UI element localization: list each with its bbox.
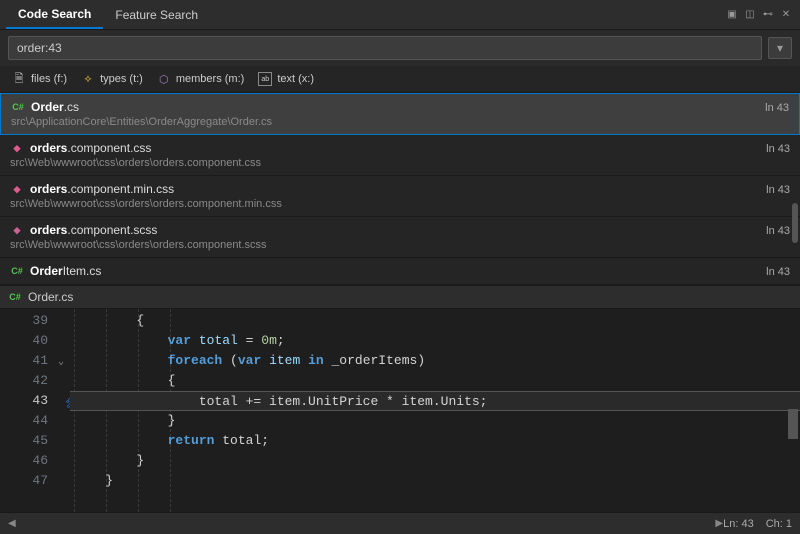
css-file-icon: ◆ bbox=[10, 182, 24, 196]
line-number: 47 bbox=[0, 471, 70, 491]
filter-text[interactable]: ab text (x:) bbox=[258, 72, 314, 86]
code-lines: { var total = 0m; foreach (var item in _… bbox=[70, 309, 800, 512]
result-item[interactable]: C# OrderItem.cs ln 43 bbox=[0, 258, 800, 285]
result-filename: Order.cs bbox=[31, 100, 79, 114]
window-dock-right-icon[interactable]: ◫ bbox=[742, 7, 758, 23]
preview-header: C# Order.cs bbox=[0, 285, 800, 309]
result-line-number: ln 43 bbox=[766, 223, 790, 237]
code-line: foreach (var item in _orderItems) bbox=[70, 351, 800, 371]
window-controls: ▣ ◫ ⊷ ✕ bbox=[724, 7, 794, 23]
cs-file-icon: C# bbox=[11, 100, 25, 114]
result-filename: OrderItem.cs bbox=[30, 264, 101, 278]
line-number: 42 bbox=[0, 371, 70, 391]
result-path: src\Web\wwwroot\css\orders\orders.compon… bbox=[10, 198, 282, 210]
filter-types-label: types (t:) bbox=[100, 73, 143, 85]
result-path: src\ApplicationCore\Entities\OrderAggreg… bbox=[11, 116, 272, 128]
types-icon: ⟡ bbox=[81, 72, 95, 86]
status-col: Ch: 1 bbox=[766, 518, 792, 530]
file-icon: 🗎 bbox=[12, 72, 26, 86]
result-item[interactable]: C# Order.cs src\ApplicationCore\Entities\O… bbox=[0, 93, 800, 135]
result-path: src\Web\wwwroot\css\orders\orders.compon… bbox=[10, 239, 267, 251]
filter-types[interactable]: ⟡ types (t:) bbox=[81, 72, 143, 86]
members-icon: ⬡ bbox=[157, 72, 171, 86]
scss-file-icon: ◆ bbox=[10, 223, 24, 237]
result-item[interactable]: ◆ orders.component.min.css src\Web\wwwroot… bbox=[0, 176, 800, 217]
preview-filename: Order.cs bbox=[28, 290, 73, 304]
code-line: } bbox=[70, 451, 800, 471]
code-preview[interactable]: 394041⌄4243🛠44454647 { var total = 0m; f… bbox=[0, 309, 800, 512]
status-bar: ◀ ▶ Ln: 43 Ch: 1 bbox=[0, 512, 800, 534]
code-scrollbar-thumb[interactable] bbox=[788, 409, 798, 439]
filter-text-label: text (x:) bbox=[277, 73, 314, 85]
code-line: return total; bbox=[70, 431, 800, 451]
line-number: 43🛠 bbox=[0, 391, 70, 411]
scroll-right-icon[interactable]: ▶ bbox=[715, 518, 723, 529]
result-filename: orders.component.scss bbox=[30, 223, 157, 237]
line-number: 41⌄ bbox=[0, 351, 70, 371]
line-number: 45 bbox=[0, 431, 70, 451]
result-path: src\Web\wwwroot\css\orders\orders.compon… bbox=[10, 157, 261, 169]
code-line: total += item.UnitPrice * item.Units; bbox=[70, 391, 800, 411]
line-number: 40 bbox=[0, 331, 70, 351]
window-dock-left-icon[interactable]: ▣ bbox=[724, 7, 740, 23]
status-line: Ln: 43 bbox=[723, 518, 754, 530]
filter-members-label: members (m:) bbox=[176, 73, 244, 85]
result-line-number: ln 43 bbox=[766, 141, 790, 155]
search-input[interactable] bbox=[8, 36, 762, 60]
code-line: } bbox=[70, 471, 800, 491]
result-line-number: ln 43 bbox=[766, 264, 790, 278]
collapse-chevron-icon[interactable]: ⌄ bbox=[58, 353, 64, 373]
filter-row: 🗎 files (f:) ⟡ types (t:) ⬡ members (m:)… bbox=[0, 66, 800, 93]
code-line: var total = 0m; bbox=[70, 331, 800, 351]
result-line-number: ln 43 bbox=[766, 182, 790, 196]
filter-members[interactable]: ⬡ members (m:) bbox=[157, 72, 244, 86]
css-file-icon: ◆ bbox=[10, 141, 24, 155]
code-line: { bbox=[70, 311, 800, 331]
filter-files[interactable]: 🗎 files (f:) bbox=[12, 72, 67, 86]
code-line: } bbox=[70, 411, 800, 431]
result-filename: orders.component.css bbox=[30, 141, 151, 155]
scroll-left-icon[interactable]: ◀ bbox=[8, 518, 16, 529]
result-filename: orders.component.min.css bbox=[30, 182, 174, 196]
tab-feature-search[interactable]: Feature Search bbox=[103, 2, 210, 28]
text-icon: ab bbox=[258, 72, 272, 86]
tab-bar: Code Search Feature Search ▣ ◫ ⊷ ✕ bbox=[0, 0, 800, 30]
tab-code-search[interactable]: Code Search bbox=[6, 1, 103, 29]
result-line-number: ln 43 bbox=[765, 100, 789, 114]
filter-files-label: files (f:) bbox=[31, 73, 67, 85]
search-options-dropdown[interactable]: ▾ bbox=[768, 37, 792, 59]
window-pin-icon[interactable]: ⊷ bbox=[760, 7, 776, 23]
code-line: { bbox=[70, 371, 800, 391]
csharp-file-icon: C# bbox=[8, 290, 22, 304]
line-number: 44 bbox=[0, 411, 70, 431]
line-number: 39 bbox=[0, 311, 70, 331]
search-row: ▾ bbox=[0, 30, 800, 66]
cs-file-icon: C# bbox=[10, 264, 24, 278]
horizontal-scrollbar[interactable] bbox=[24, 520, 708, 528]
line-number: 46 bbox=[0, 451, 70, 471]
results-scrollbar[interactable] bbox=[792, 203, 798, 243]
result-item[interactable]: ◆ orders.component.scss src\Web\wwwroot\cs… bbox=[0, 217, 800, 258]
line-number-gutter: 394041⌄4243🛠44454647 bbox=[0, 309, 70, 512]
window-close-icon[interactable]: ✕ bbox=[778, 7, 794, 23]
results-list: C# Order.cs src\ApplicationCore\Entities\O… bbox=[0, 93, 800, 285]
result-item[interactable]: ◆ orders.component.css src\Web\wwwroot\css… bbox=[0, 135, 800, 176]
